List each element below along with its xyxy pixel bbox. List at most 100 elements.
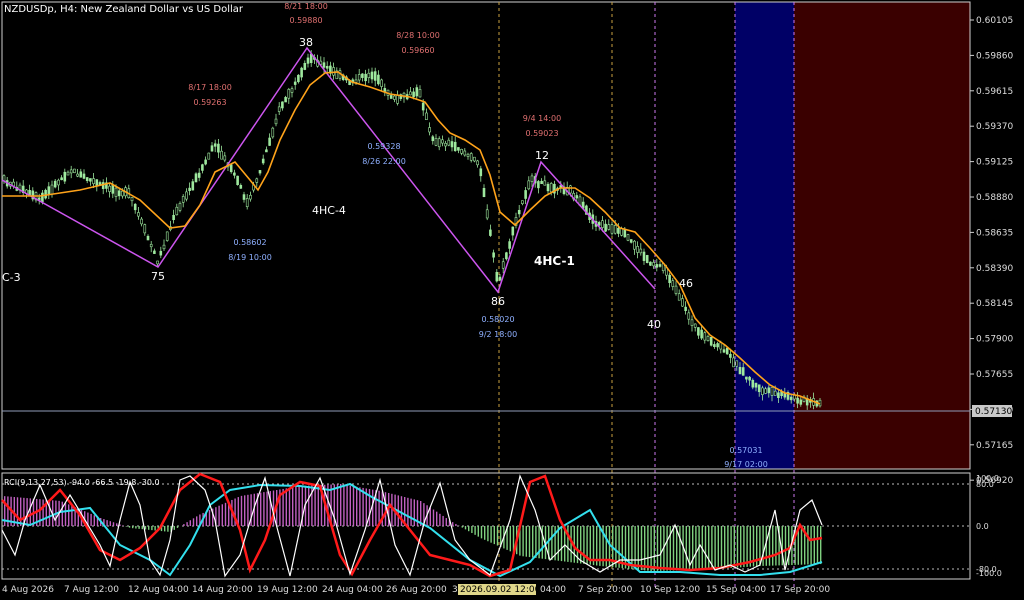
rci-hist-bar [810,526,812,565]
rci-hist-bar [135,526,137,529]
candle-body [130,197,134,202]
candle-body [636,246,639,253]
rci-hist-bar [189,520,191,526]
rci-hist-bar [359,487,361,526]
candle-body [738,367,742,375]
candle-body [274,118,278,125]
candle-body [271,127,275,138]
candle-body [476,160,479,166]
candle-body [492,252,495,258]
rci-hist-bar [148,526,150,530]
rci-hist-bar [762,526,764,566]
price-tick-label: 0.57655 [976,370,1013,380]
rci-hist-bar [266,491,268,526]
rci-hist-bar [288,487,291,526]
candle-body [713,344,716,347]
candle-body [261,158,265,164]
price-tick-label: 0.57165 [976,441,1013,451]
rci-hist-bar [644,526,646,571]
candle-body [297,74,300,83]
candle-body [716,343,719,348]
rci-hist-bar [167,526,169,532]
rci-hist-bar [775,526,777,566]
candle-body [460,148,463,154]
candle-body [373,71,377,81]
candle-body [213,143,217,147]
candle-body [482,188,486,198]
note-date: 8/17 18:00 [188,83,232,92]
moving-average-line [2,71,821,405]
rci-hist-bar [679,526,681,571]
candle-body [197,172,201,178]
rci-hist-bar [218,505,220,526]
candle-body [47,186,51,195]
candle-body [741,367,745,376]
rci-hist-bar [317,485,319,526]
candle-body [191,181,195,191]
candle-body [495,271,499,282]
candle-body [543,180,547,186]
candle-body [649,261,652,266]
candle-body [569,185,572,194]
indicator-label: RCI(9,13,27,53) -94.0 -66.5 -19.8 -30.0 [4,478,160,487]
rci-hist-bar [807,526,809,565]
rci-hist-bar [151,526,153,531]
rci-hist-bar [624,526,627,569]
session-shade-red [794,2,970,469]
candle-body [284,97,287,103]
swing-label: 75 [151,270,165,283]
candle-body [639,248,643,254]
rci-hist-bar [154,526,156,531]
rci-hist-bar [263,492,265,526]
rci-hist-bar [384,492,387,526]
rci-hist-bar [672,526,675,571]
rci-hist-bar [634,526,636,570]
candle-body [677,293,681,301]
candle-body [89,178,92,182]
rci-hist-bar [471,526,473,534]
candle-body [303,63,307,70]
candle-body [185,191,188,200]
candle-body [265,149,268,153]
rci-hist-bar [525,526,527,557]
rci-hist-bar [68,504,70,526]
rci-hist-bar [112,522,115,526]
rci-hist-bar [692,526,694,571]
candle-body [517,209,521,215]
candle-body [53,180,57,188]
price-tick-label: 0.59860 [976,51,1013,61]
rci-hist-bar [445,518,447,526]
candle-body [719,342,723,350]
rci-hist-bar [432,509,435,526]
rci-hist-bar [164,526,166,532]
candle-body [745,376,748,380]
rci-hist-bar [714,526,716,570]
candle-body [479,168,483,177]
candle-body [201,164,204,171]
rci-hist-bar [356,486,358,526]
rci-hist-bar [560,526,563,562]
trading-chart[interactable]: 0.60105 0.59860 0.59615 0.59370 0.59125 0.588… [0,0,1024,600]
date-tick-label: 7 Aug 12:00 [64,585,119,595]
candle-body [57,179,60,186]
price-tick-label: 0.58635 [976,228,1013,238]
candle-body [188,187,191,192]
candle-body [434,138,438,146]
candle-body [447,139,451,146]
candle-body [325,65,329,69]
candle-body [383,88,387,92]
swing-label: 86 [491,295,505,308]
candle-body [380,79,383,87]
rci-hist-bar [208,510,211,526]
candle-body [181,196,185,203]
candle-body [549,183,553,193]
candle-body [418,89,422,98]
rci-hist-bar [122,525,124,526]
rci-hist-bar [352,486,355,526]
rci-hist-bar [704,526,707,570]
rci-hist-bar [128,526,131,528]
candle-body [172,214,175,221]
rci-hist-bar [477,526,479,537]
rci-hist-bar [71,505,73,526]
candle-body [82,173,86,179]
